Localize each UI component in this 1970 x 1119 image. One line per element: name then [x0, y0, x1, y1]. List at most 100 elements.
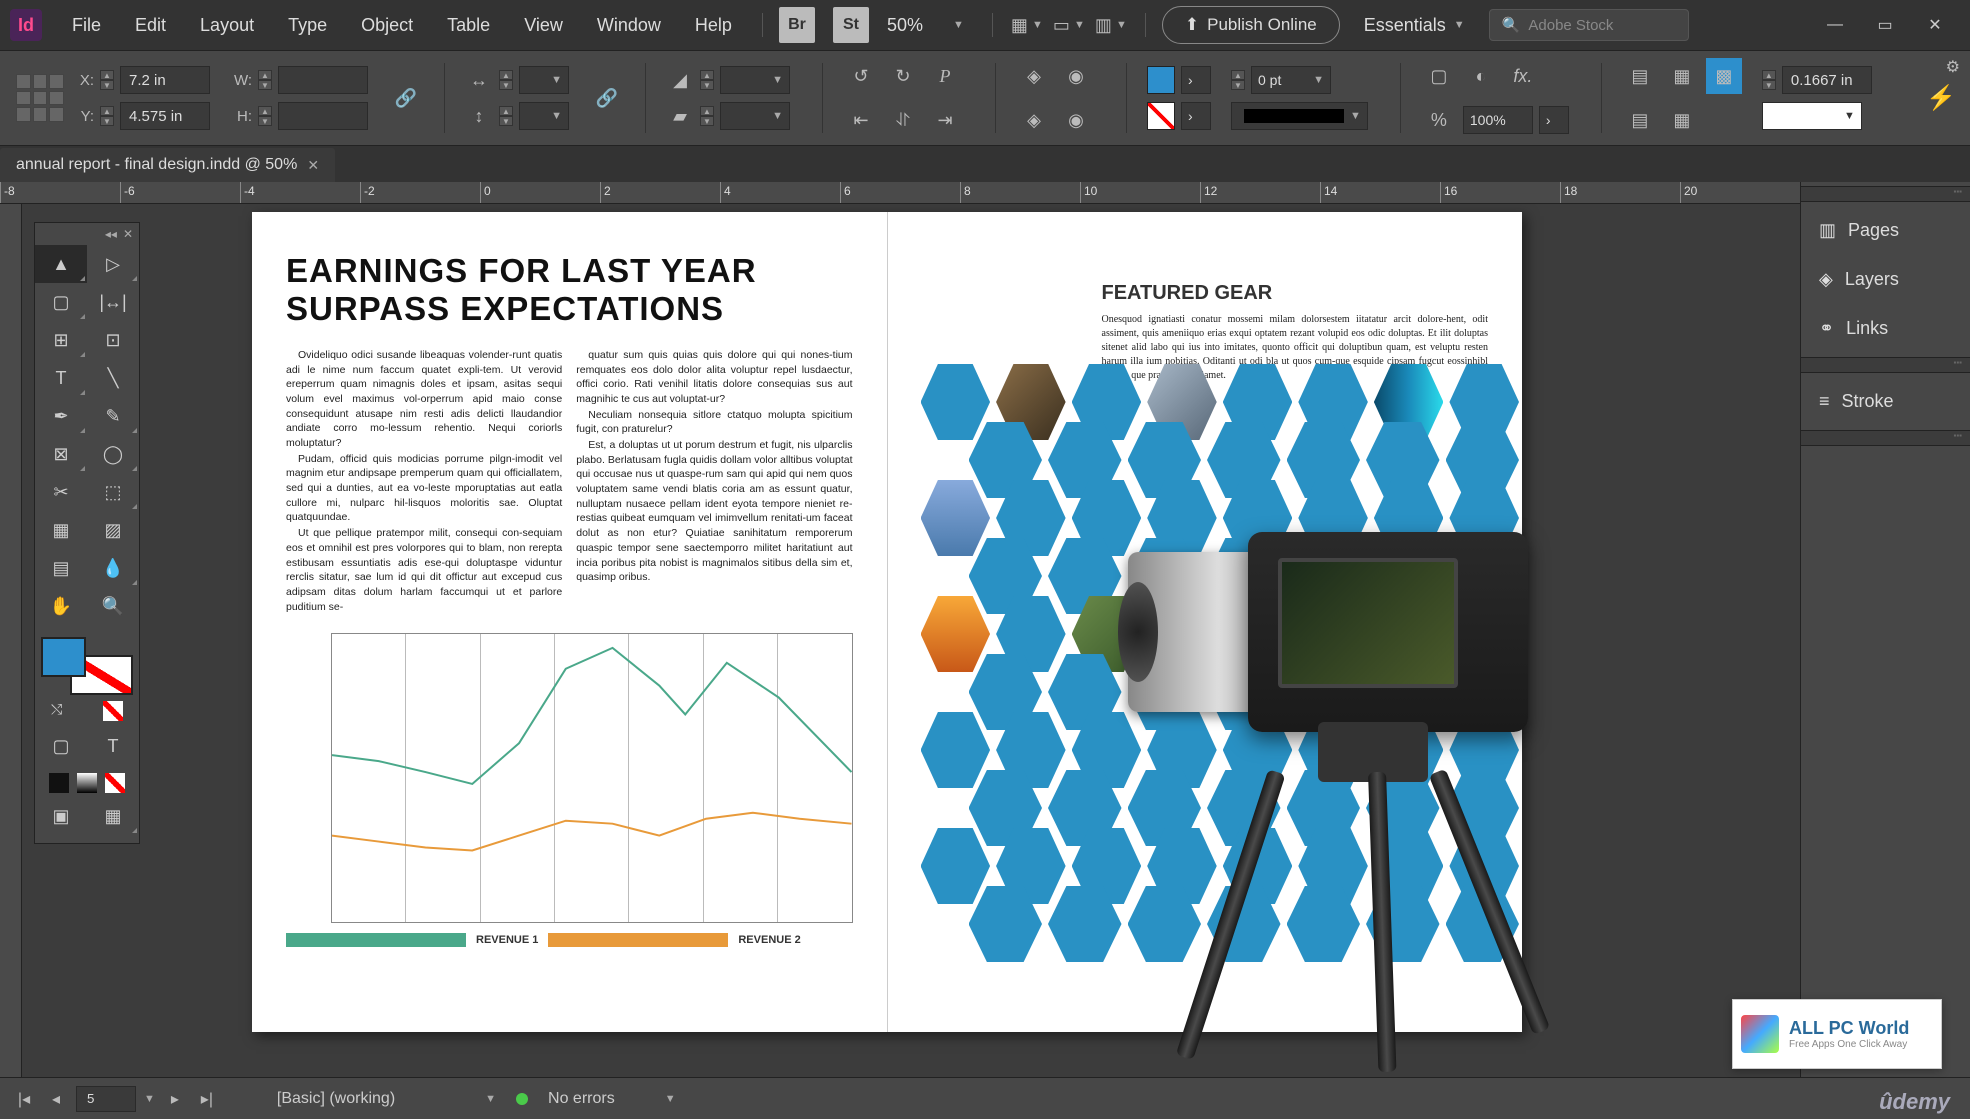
horizontal-ruler[interactable]: -8-6-4-202468101214161820: [0, 182, 1800, 204]
menu-view[interactable]: View: [510, 9, 577, 42]
fill-arrow[interactable]: ›: [1181, 66, 1211, 94]
gradient-feather-tool-icon[interactable]: ▨: [87, 511, 139, 549]
opacity-icon[interactable]: ◐: [1463, 58, 1499, 94]
text-wrap-jump-icon[interactable]: ▤: [1622, 102, 1658, 138]
scale-y-select[interactable]: ▼: [519, 102, 569, 130]
text-wrap-bound-icon[interactable]: ▦: [1664, 58, 1700, 94]
opacity-select[interactable]: 100%: [1463, 106, 1533, 134]
select-next-icon[interactable]: ◉: [1058, 102, 1094, 138]
close-panel-icon[interactable]: ✕: [123, 227, 133, 241]
rotate-ccw-icon[interactable]: ↺: [843, 58, 879, 94]
menu-type[interactable]: Type: [274, 9, 341, 42]
shear-select[interactable]: ▼: [720, 102, 790, 130]
rectangle-frame-tool-icon[interactable]: ⊠: [35, 435, 87, 473]
scale-x-select[interactable]: ▼: [519, 66, 569, 94]
menu-help[interactable]: Help: [681, 9, 746, 42]
workspace-select[interactable]: Essentials▼: [1364, 15, 1465, 36]
free-transform-tool-icon[interactable]: ⬚: [87, 473, 139, 511]
select-prev-icon[interactable]: ◈: [1016, 102, 1052, 138]
select-container-icon[interactable]: ◈: [1016, 58, 1052, 94]
menu-file[interactable]: File: [58, 9, 115, 42]
prev-page-icon[interactable]: ◂: [44, 1087, 68, 1111]
tab-close-icon[interactable]: ✕: [307, 157, 319, 174]
stroke-panel-button[interactable]: ≡Stroke: [1801, 377, 1970, 426]
flip-h-icon[interactable]: P: [927, 58, 963, 94]
swap-colors-icon[interactable]: ⤭: [51, 701, 71, 721]
h-input[interactable]: [278, 102, 368, 130]
select-content-icon[interactable]: ◉: [1058, 58, 1094, 94]
pencil-tool-icon[interactable]: ✎: [87, 397, 139, 435]
document-spread[interactable]: EARNINGS FOR LAST YEAR SURPASS EXPECTATI…: [252, 212, 1522, 1032]
preflight-profile-select[interactable]: [Basic] (working)▼: [265, 1090, 508, 1108]
constrain-wh-icon[interactable]: 🔗: [388, 80, 424, 116]
line-tool-icon[interactable]: ╲: [87, 359, 139, 397]
menu-window[interactable]: Window: [583, 9, 675, 42]
text-wrap-none-icon[interactable]: ▤: [1622, 58, 1658, 94]
corner-select[interactable]: ▼: [1762, 102, 1862, 130]
view-options-icon[interactable]: ▦▼: [1009, 7, 1045, 43]
flip-v-icon[interactable]: ⥯: [885, 102, 921, 138]
rotate-select[interactable]: ▼: [720, 66, 790, 94]
gap-tool-icon[interactable]: |↔|: [87, 283, 139, 321]
color-swatch-control[interactable]: [41, 637, 133, 695]
content-collector-icon[interactable]: ⊞: [35, 321, 87, 359]
shear-spinner[interactable]: ▲▼: [700, 106, 714, 126]
scale-x-spinner[interactable]: ▲▼: [499, 70, 513, 90]
document-tab[interactable]: annual report - final design.indd @ 50% …: [0, 148, 335, 182]
scale-y-spinner[interactable]: ▲▼: [499, 106, 513, 126]
collapse-panel-icon[interactable]: ◂◂: [105, 227, 117, 241]
drop-shadow-icon[interactable]: ▢: [1421, 58, 1457, 94]
menu-edit[interactable]: Edit: [121, 9, 180, 42]
window-minimize-icon[interactable]: —: [1810, 5, 1860, 45]
constrain-scale-icon[interactable]: 🔗: [589, 80, 625, 116]
pages-panel-button[interactable]: ▥Pages: [1801, 206, 1970, 255]
stroke-weight-select[interactable]: 0 pt▼: [1251, 66, 1331, 94]
stroke-swatch[interactable]: [1147, 102, 1175, 130]
formatting-text-icon[interactable]: T: [87, 727, 139, 765]
rotate-cw-icon[interactable]: ↻: [885, 58, 921, 94]
indesign-app-icon[interactable]: Id: [10, 9, 42, 41]
leading-spinner[interactable]: ▲▼: [1762, 70, 1776, 90]
stroke-style-select[interactable]: ▼: [1231, 102, 1368, 130]
links-panel-button[interactable]: ⚭Links: [1801, 304, 1970, 353]
w-input[interactable]: [278, 66, 368, 94]
ellipse-tool-icon[interactable]: ◯: [87, 435, 139, 473]
y-spinner[interactable]: ▲▼: [100, 106, 114, 126]
x-spinner[interactable]: ▲▼: [100, 70, 114, 90]
fill-color-swatch[interactable]: [41, 637, 86, 677]
text-wrap-col-icon[interactable]: ▦: [1664, 102, 1700, 138]
preview-view-icon[interactable]: ▦: [87, 797, 139, 835]
apply-gradient-icon[interactable]: [77, 773, 97, 793]
menu-object[interactable]: Object: [347, 9, 427, 42]
first-page-icon[interactable]: |◂: [12, 1087, 36, 1111]
arrange-docs-icon[interactable]: ▥▼: [1093, 7, 1129, 43]
apply-none-icon[interactable]: [105, 773, 125, 793]
fill-swatch[interactable]: [1147, 66, 1175, 94]
last-page-icon[interactable]: ▸|: [195, 1087, 219, 1111]
note-tool-icon[interactable]: ▤: [35, 549, 87, 587]
zoom-tool-icon[interactable]: 🔍: [87, 587, 139, 625]
text-wrap-shape-icon[interactable]: ▩: [1706, 58, 1742, 94]
fx-icon[interactable]: fx.: [1505, 58, 1541, 94]
canvas-area[interactable]: -8-6-4-202468101214161820 ◂◂✕ ▲ ▷ ▢ |↔| …: [0, 182, 1800, 1077]
screen-mode-icon[interactable]: ▭▼: [1051, 7, 1087, 43]
leading-input[interactable]: [1782, 66, 1872, 94]
gradient-swatch-tool-icon[interactable]: ▦: [35, 511, 87, 549]
scissors-tool-icon[interactable]: ✂: [35, 473, 87, 511]
window-close-icon[interactable]: ✕: [1910, 5, 1960, 45]
pen-tool-icon[interactable]: ✒: [35, 397, 87, 435]
layers-panel-button[interactable]: ◈Layers: [1801, 255, 1970, 304]
menu-layout[interactable]: Layout: [186, 9, 268, 42]
apply-color-icon[interactable]: [49, 773, 69, 793]
stock-icon[interactable]: St: [833, 7, 869, 43]
eyedropper-tool-icon[interactable]: 💧: [87, 549, 139, 587]
rotate-spinner[interactable]: ▲▼: [700, 70, 714, 90]
y-input[interactable]: [120, 102, 210, 130]
stock-search-input[interactable]: 🔍Adobe Stock: [1489, 9, 1689, 41]
menu-table[interactable]: Table: [433, 9, 504, 42]
bridge-icon[interactable]: Br: [779, 7, 815, 43]
vertical-ruler[interactable]: [0, 204, 22, 1077]
type-tool-icon[interactable]: T: [35, 359, 87, 397]
page-tool-icon[interactable]: ▢: [35, 283, 87, 321]
opacity-arrow[interactable]: ›: [1539, 106, 1569, 134]
